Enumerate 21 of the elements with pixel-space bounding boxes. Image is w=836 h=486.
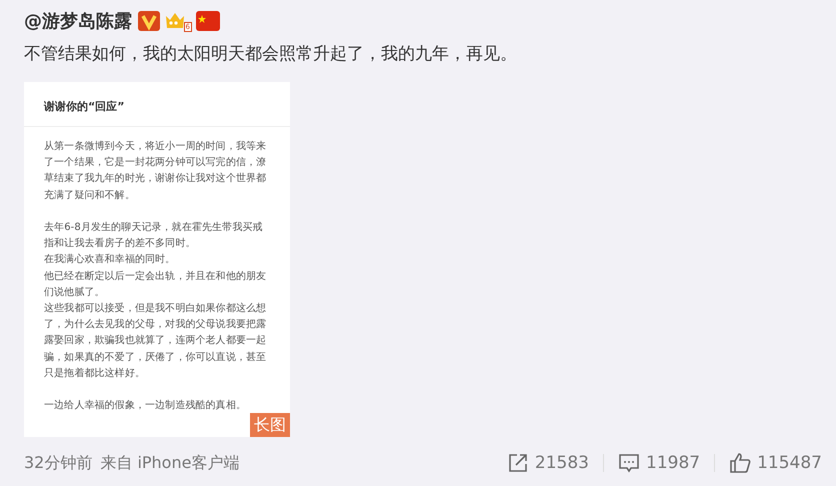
verified-v-icon xyxy=(138,11,160,31)
comment-action[interactable]: 11987 xyxy=(618,452,700,474)
flag-icon xyxy=(196,11,220,31)
image-paragraph: 一边给人幸福的假象，一边制造残酷的真相。 xyxy=(44,398,247,414)
post-source[interactable]: 来自 iPhone客户端 xyxy=(100,452,240,474)
thumbs-up-icon xyxy=(729,452,752,474)
image-paragraph: 在我满心欢喜和幸福的同时。 xyxy=(44,252,176,268)
like-action[interactable]: 115487 xyxy=(729,452,822,474)
comment-icon xyxy=(618,452,640,474)
image-paragraph: 这些我都可以接受，但是我不明白如果你都这么想了，为什么去见我的父母，对我的父母说我要把露露娶回家，欺骗我也就算了，连两个老人都要一起骗，如果真的不爱了，厌倦了，你可以直说，甚至只是拖着都比这样好。 xyxy=(44,302,268,381)
share-icon xyxy=(506,452,529,474)
image-paragraph: 他已经在断定以后一定会出轨，并且在和他的朋友们说他腻了。 xyxy=(44,270,268,300)
long-image-badge: 长图 xyxy=(250,413,290,437)
image-title: 谢谢你的“回应” xyxy=(24,82,290,127)
long-image[interactable] xyxy=(24,82,290,437)
post-time: 32分钟前 xyxy=(24,452,92,474)
username[interactable]: @游梦岛陈露 xyxy=(24,9,132,33)
post-text: 不管结果如何，我的太阳明天都会照常升起了，我的九年，再见。 xyxy=(24,43,518,65)
image-paragraph: 去年6-8月发生的聊天记录，就在霍先生带我买戒指和让我去看房子的差不多同时。 xyxy=(44,220,264,252)
image-paragraph: 从第一条微博到今天，将近小一周的时间，我等来了一个结果，它是一封花两分钟可以写完的信，潦草结束了我九年的时光，谢谢你让我对这个世界都充满了疑问和不解。 xyxy=(44,140,268,203)
repost-action[interactable]: 21583 xyxy=(506,452,589,474)
